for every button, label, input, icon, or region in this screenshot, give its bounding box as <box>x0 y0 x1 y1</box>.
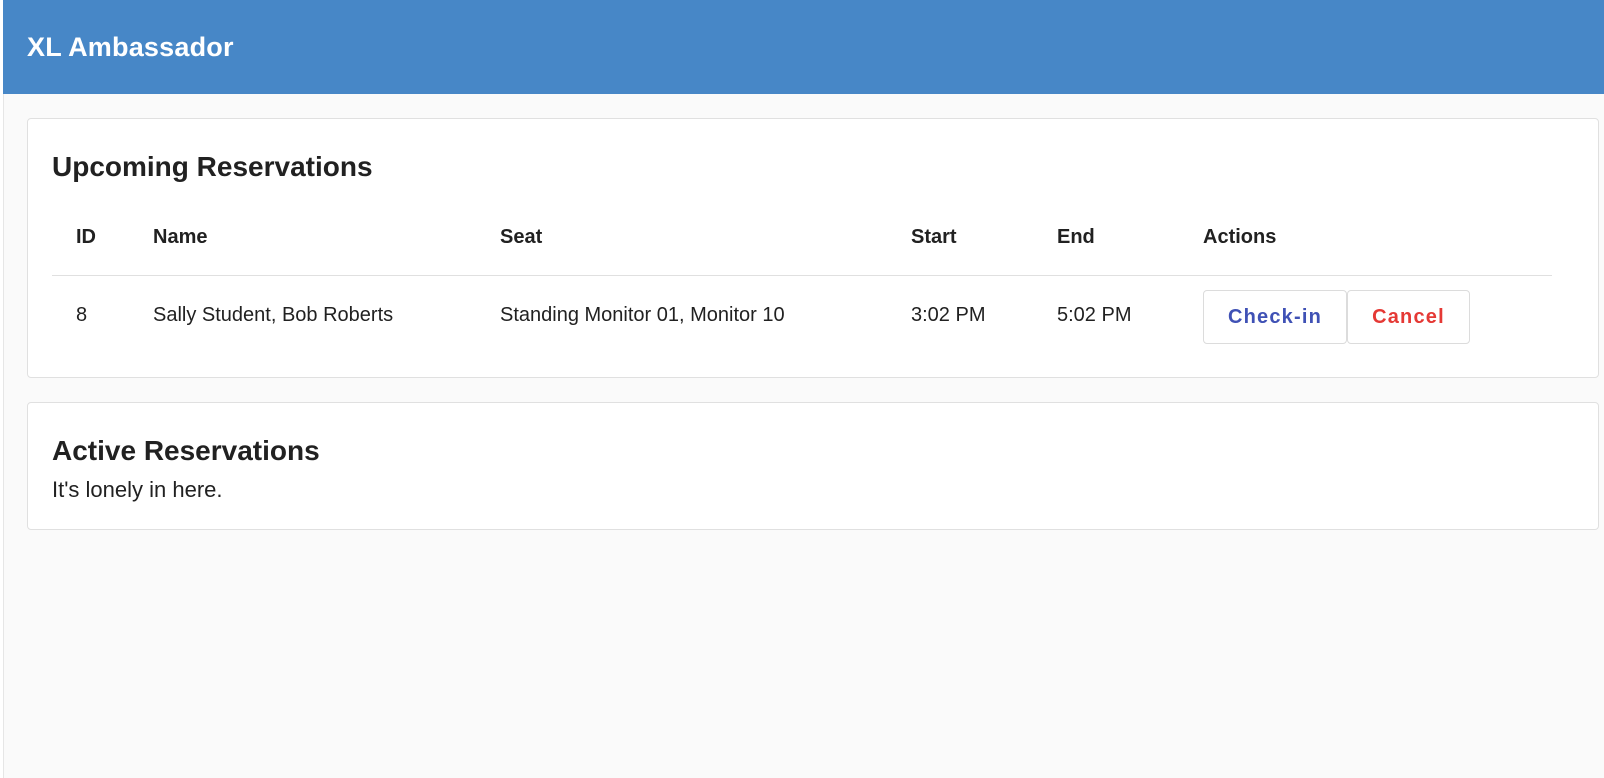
reservation-id: 8 <box>76 304 88 326</box>
active-reservations-card: Active Reservations It's lonely in here. <box>27 402 1599 530</box>
upcoming-reservations-table: ID Name Seat Start End Actions 8 Sally S… <box>52 211 1552 356</box>
upcoming-reservations-card: Upcoming Reservations ID Name Seat Start… <box>27 118 1599 378</box>
reservation-seat: Standing Monitor 01, Monitor 10 <box>500 304 785 326</box>
reservation-end: 5:02 PM <box>1057 304 1132 326</box>
column-header-start: Start <box>911 226 957 248</box>
check-in-button[interactable]: Check-in <box>1203 290 1347 344</box>
table-row: 8 Sally Student, Bob Roberts Standing Mo… <box>52 276 1552 356</box>
app-title: XL Ambassador <box>27 31 234 62</box>
column-header-seat: Seat <box>500 226 543 248</box>
column-header-id: ID <box>76 226 96 248</box>
left-edge <box>0 0 4 778</box>
empty-state-message: It's lonely in here. <box>52 477 223 502</box>
column-header-end: End <box>1057 226 1095 248</box>
column-header-name: Name <box>153 226 208 248</box>
table-header-row: ID Name Seat Start End Actions <box>52 211 1552 276</box>
column-header-actions: Actions <box>1203 226 1277 248</box>
active-reservations-title: Active Reservations <box>52 435 320 466</box>
cancel-button[interactable]: Cancel <box>1347 290 1470 344</box>
app-bar: XL Ambassador <box>3 0 1604 94</box>
reservation-name: Sally Student, Bob Roberts <box>153 304 394 326</box>
upcoming-reservations-title: Upcoming Reservations <box>52 151 373 182</box>
reservation-start: 3:02 PM <box>911 304 986 326</box>
